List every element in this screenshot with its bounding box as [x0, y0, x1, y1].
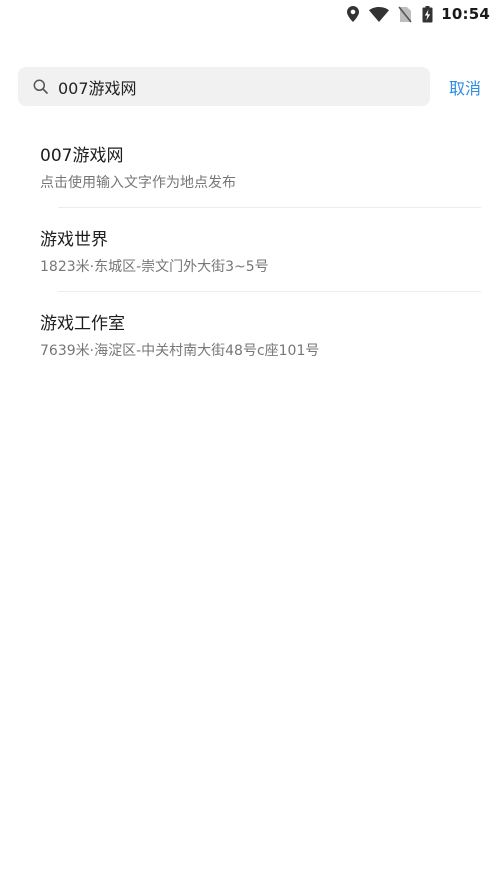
result-title: 007游戏网 [40, 146, 124, 166]
search-icon [32, 79, 48, 95]
search-input[interactable] [58, 77, 378, 96]
search-box[interactable] [18, 67, 430, 106]
result-item-place[interactable]: 游戏世界 1823米·东城区-崇文门外大街3~5号 [0, 208, 499, 291]
result-title: 游戏工作室 [40, 314, 125, 334]
result-subtitle: 1823米·东城区-崇文门外大街3~5号 [40, 259, 269, 275]
battery-charging-icon [421, 5, 433, 22]
result-title: 游戏世界 [40, 230, 108, 250]
results-list: 007游戏网 点击使用输入文字作为地点发布 游戏世界 1823米·东城区-崇文门… [0, 124, 499, 375]
result-item-custom-location[interactable]: 007游戏网 点击使用输入文字作为地点发布 [0, 124, 499, 207]
result-subtitle: 7639米·海淀区-中关村南大街48号c座101号 [40, 343, 320, 359]
result-subtitle: 点击使用输入文字作为地点发布 [40, 175, 236, 191]
status-time: 10:54 [441, 5, 490, 23]
no-sim-icon [397, 6, 413, 22]
location-icon [345, 6, 361, 22]
result-item-place[interactable]: 游戏工作室 7639米·海淀区-中关村南大街48号c座101号 [0, 292, 499, 375]
cancel-button[interactable]: 取消 [449, 75, 481, 99]
search-row: 取消 [18, 67, 481, 106]
status-bar: 10:54 [0, 0, 499, 28]
wifi-icon [369, 6, 390, 22]
